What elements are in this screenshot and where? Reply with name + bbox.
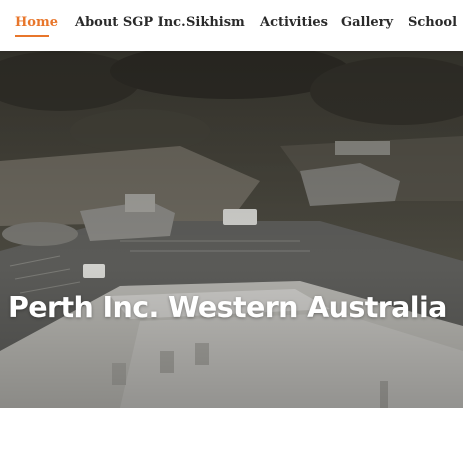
hero-title: Perth Inc. Western Australia: [8, 291, 447, 324]
nav-item-activities[interactable]: Activities: [260, 15, 328, 30]
nav-item-home[interactable]: Home: [15, 15, 58, 30]
nav-item-gallery[interactable]: Gallery: [341, 15, 393, 30]
main-navbar: Home About SGP Inc. Sikhism Activities G…: [0, 0, 463, 51]
nav-item-sikhism[interactable]: Sikhism: [186, 15, 245, 30]
nav-item-about[interactable]: About SGP Inc.: [75, 15, 186, 30]
hero-aerial-photo: [0, 51, 463, 408]
hero-banner: Perth Inc. Western Australia: [0, 51, 463, 408]
nav-active-underline: [15, 35, 49, 37]
nav-item-school[interactable]: School: [408, 15, 457, 30]
